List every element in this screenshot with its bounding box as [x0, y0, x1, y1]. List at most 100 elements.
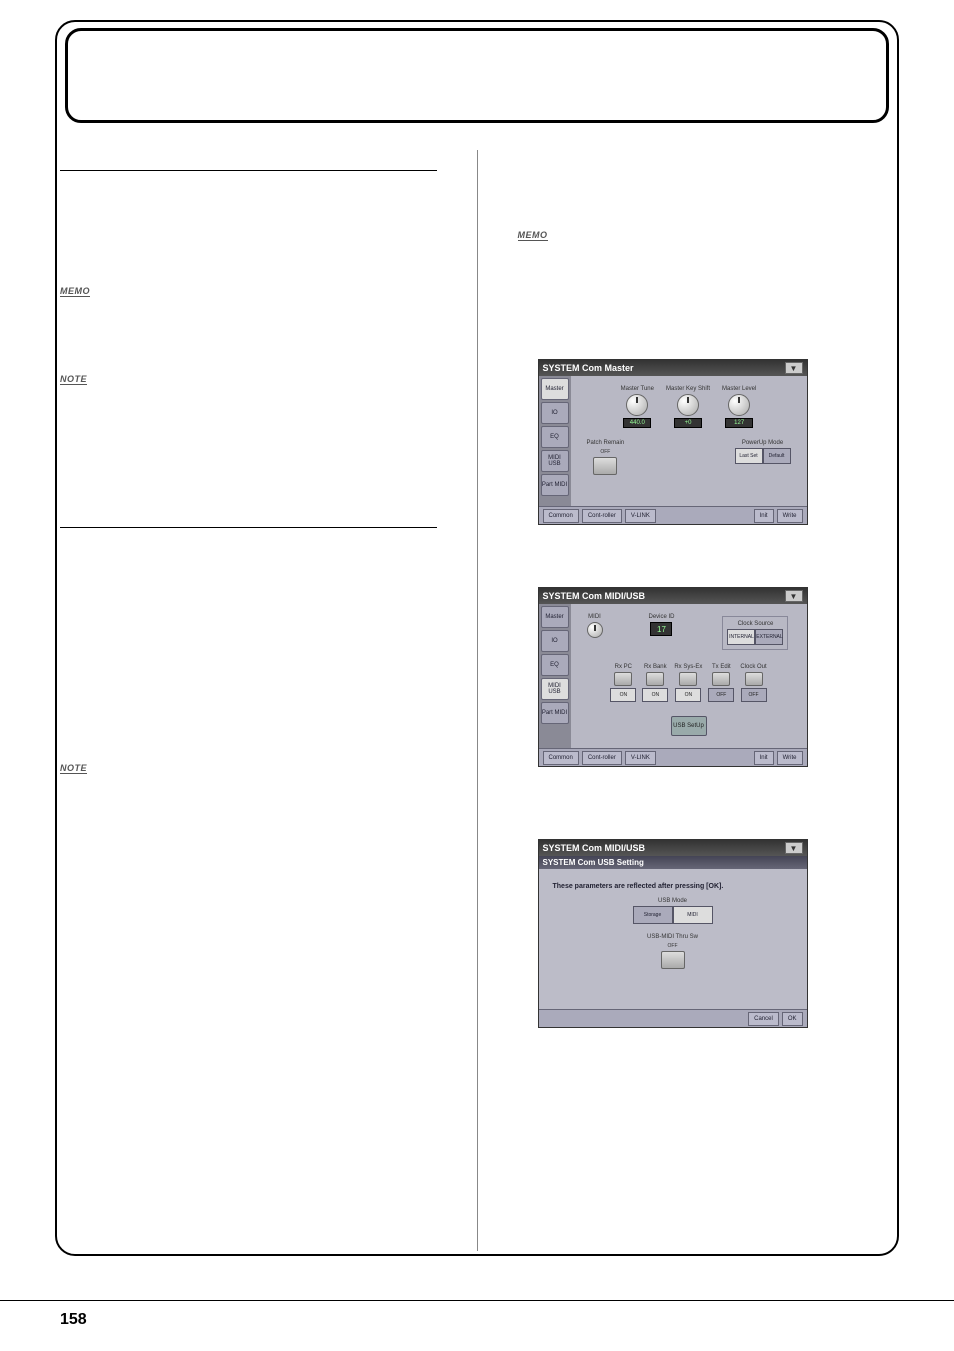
powerup-last-set-button[interactable]: Last Set [735, 448, 763, 464]
value-display: 17 [650, 622, 672, 636]
control-label: Master Key Shift [666, 386, 710, 392]
toggle-switch[interactable] [593, 457, 617, 475]
common-button[interactable]: Common [543, 509, 579, 523]
controller-button[interactable]: Cont-roller [582, 751, 622, 765]
init-button[interactable]: Init [754, 751, 774, 765]
section-divider [60, 527, 437, 528]
window-bottombar: Common Cont-roller V-LINK Init Write [539, 748, 807, 766]
toggle-switch[interactable] [745, 672, 763, 686]
powerup-mode-control[interactable]: PowerUp Mode Last Set Default [735, 440, 791, 475]
window-titlebar: SYSTEM Com MIDI/USB ▼ [539, 840, 807, 856]
toggle-switch[interactable] [646, 672, 664, 686]
toggle-switch[interactable] [614, 672, 632, 686]
master-tune-control[interactable]: Master Tune 440.0 [621, 386, 654, 428]
vlink-button[interactable]: V-LINK [625, 509, 656, 523]
master-level-control[interactable]: Master Level 127 [722, 386, 756, 428]
control-label: Device ID [648, 614, 674, 620]
screenshot-system-com-master: SYSTEM Com Master ▼ Master IO EQ MIDI US… [538, 359, 808, 525]
cancel-button[interactable]: Cancel [748, 1012, 779, 1026]
control-label: MIDI [588, 614, 601, 620]
powerup-default-button[interactable]: Default [763, 448, 791, 464]
value-display: OFF [741, 688, 767, 702]
midi-jack-icon [587, 622, 603, 638]
device-id-control[interactable]: Device ID 17 [648, 614, 674, 652]
control-label: USB-MIDI Thru Sw [647, 934, 698, 940]
note-icon: NOTE [60, 374, 87, 385]
sidebar-tab-master[interactable]: Master [541, 606, 569, 628]
ok-button[interactable]: OK [782, 1012, 803, 1026]
value-display: ON [642, 688, 668, 702]
sidebar-tab-eq[interactable]: EQ [541, 426, 569, 448]
control-label: PowerUp Mode [742, 440, 783, 446]
control-label: Rx PC [615, 664, 632, 670]
control-label: USB Mode [658, 898, 687, 904]
window-main-area: These parameters are reflected after pre… [539, 869, 807, 1009]
toggle-switch[interactable] [712, 672, 730, 686]
write-button[interactable]: Write [777, 509, 803, 523]
group-label: Clock Source [727, 621, 783, 627]
page-title-frame [65, 28, 889, 123]
rx-pc-control[interactable]: Rx PC ON [610, 664, 636, 702]
patch-remain-control[interactable]: Patch Remain OFF [587, 440, 625, 475]
master-key-shift-control[interactable]: Master Key Shift +0 [666, 386, 710, 428]
vlink-button[interactable]: V-LINK [625, 751, 656, 765]
knob-icon[interactable] [677, 394, 699, 416]
screenshot-system-com-midi-usb: SYSTEM Com MIDI/USB ▼ Master IO EQ MIDI … [538, 587, 808, 767]
tx-edit-control[interactable]: Tx Edit OFF [708, 664, 734, 702]
control-label: Master Tune [621, 386, 654, 392]
window-main-area: MIDI Device ID 17 Clock Source INTERNAL … [571, 604, 807, 748]
value-display: ON [675, 688, 701, 702]
toggle-switch[interactable] [679, 672, 697, 686]
clock-internal-button[interactable]: INTERNAL [727, 629, 755, 645]
window-title: SYSTEM Com MIDI/USB [543, 843, 646, 853]
dropdown-icon[interactable]: ▼ [785, 842, 803, 854]
rx-sysex-control[interactable]: Rx Sys-Ex ON [674, 664, 702, 702]
controller-button[interactable]: Cont-roller [582, 509, 622, 523]
dropdown-icon[interactable]: ▼ [785, 590, 803, 602]
control-label: Rx Sys-Ex [674, 664, 702, 670]
toggle-switch[interactable] [661, 951, 685, 969]
sidebar-tab-io[interactable]: IO [541, 402, 569, 424]
control-label: Rx Bank [644, 664, 667, 670]
sidebar-tab-master[interactable]: Master [541, 378, 569, 400]
value-display: 440.0 [623, 418, 651, 428]
usb-mode-midi-button[interactable]: MIDI [673, 906, 713, 924]
page-number: 158 [60, 1311, 87, 1329]
window-sidebar: Master IO EQ MIDI USB Part MIDI [539, 604, 571, 748]
clock-source-group: Clock Source INTERNAL EXTERNAL [722, 616, 788, 650]
init-button[interactable]: Init [754, 509, 774, 523]
left-column: MEMO NOTE NOTE [60, 150, 437, 1251]
dropdown-icon[interactable]: ▼ [785, 362, 803, 374]
clock-external-button[interactable]: EXTERNAL [755, 629, 783, 645]
window-sidebar: Master IO EQ MIDI USB Part MIDI [539, 376, 571, 506]
screenshot-system-com-usb-setting: SYSTEM Com MIDI/USB ▼ SYSTEM Com USB Set… [538, 839, 808, 1028]
usb-setup-button[interactable]: USB SetUp [671, 716, 707, 736]
value-display: +0 [674, 418, 702, 428]
window-subtitle: SYSTEM Com USB Setting [539, 856, 807, 869]
control-label: Master Level [722, 386, 756, 392]
right-column: MEMO SYSTEM Com Master ▼ Master IO EQ MI… [518, 150, 895, 1251]
control-label: Clock Out [740, 664, 766, 670]
note-icon: NOTE [60, 763, 87, 774]
section-divider [60, 170, 437, 171]
page-footer: 158 [0, 1300, 954, 1311]
common-button[interactable]: Common [543, 751, 579, 765]
switch-value: OFF [600, 449, 610, 455]
window-bottombar: Common Cont-roller V-LINK Init Write [539, 506, 807, 524]
rx-bank-control[interactable]: Rx Bank ON [642, 664, 668, 702]
value-display: OFF [708, 688, 734, 702]
sidebar-tab-midi-usb[interactable]: MIDI USB [541, 678, 569, 700]
usb-mode-storage-button[interactable]: Storage [633, 906, 673, 924]
sidebar-tab-midi-usb[interactable]: MIDI USB [541, 450, 569, 472]
clock-out-control[interactable]: Clock Out OFF [740, 664, 766, 702]
window-title: SYSTEM Com Master [543, 363, 634, 373]
sidebar-tab-eq[interactable]: EQ [541, 654, 569, 676]
control-label: Patch Remain [587, 440, 625, 446]
sidebar-tab-part-midi[interactable]: Part MIDI [541, 702, 569, 724]
knob-icon[interactable] [626, 394, 648, 416]
knob-icon[interactable] [728, 394, 750, 416]
sidebar-tab-part-midi[interactable]: Part MIDI [541, 474, 569, 496]
sidebar-tab-io[interactable]: IO [541, 630, 569, 652]
control-label: Tx Edit [712, 664, 731, 670]
write-button[interactable]: Write [777, 751, 803, 765]
